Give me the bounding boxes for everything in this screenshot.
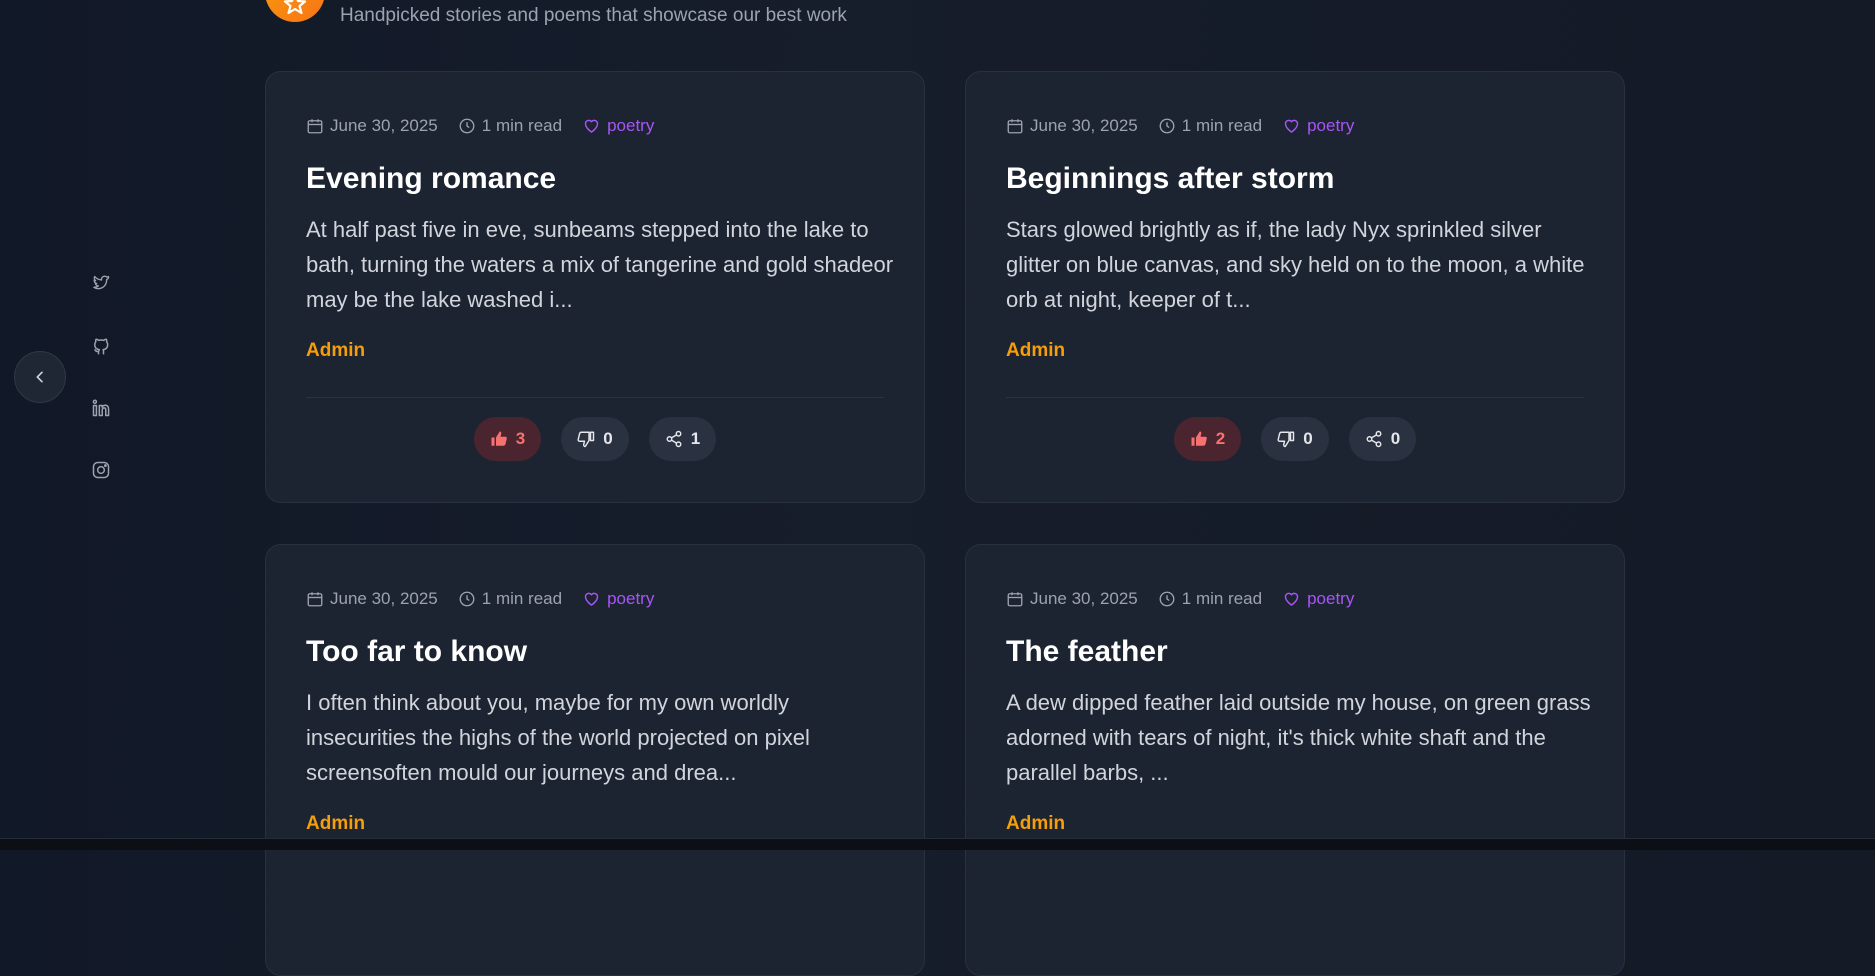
twitter-icon[interactable] (88, 272, 114, 296)
share-icon (1366, 430, 1382, 448)
post-excerpt: Stars glowed brightly as if, the lady Ny… (1006, 217, 1585, 312)
post-excerpt: At half past five in eve, sunbeams stepp… (306, 217, 894, 312)
post-date: June 30, 2025 (1030, 116, 1138, 135)
category-label: poetry (1307, 589, 1355, 608)
github-icon[interactable] (88, 334, 114, 358)
category-label: poetry (607, 116, 655, 135)
chevron-left-icon (36, 371, 43, 383)
like-count: 3 (515, 429, 526, 448)
share-button[interactable]: 0 (1348, 417, 1417, 461)
post-title[interactable]: Beginnings after storm (1006, 162, 1334, 196)
like-button[interactable]: 2 (1173, 417, 1242, 461)
star-icon (283, 0, 307, 15)
post-card[interactable]: June 30, 2025 1 min read poetry Evening … (265, 71, 925, 503)
back-button[interactable] (14, 351, 66, 403)
taskbar (0, 838, 1875, 850)
post-card[interactable]: June 30, 2025 1 min read poetry The feat… (965, 544, 1625, 976)
calendar-icon (307, 592, 323, 607)
thumbs-down-icon (1277, 431, 1295, 448)
post-title[interactable]: Evening romance (306, 162, 556, 196)
dislike-count: 0 (1303, 429, 1313, 448)
post-card[interactable]: June 30, 2025 1 min read poetry Too far … (265, 544, 925, 976)
post-excerpt: I often think about you, maybe for my ow… (306, 690, 810, 785)
category-label: poetry (1307, 116, 1355, 135)
heart-icon (1284, 119, 1299, 133)
share-icon (666, 430, 682, 448)
section-subtitle: Handpicked stories and poems that showca… (340, 5, 847, 26)
clock-icon (1159, 118, 1175, 134)
like-count: 2 (1215, 429, 1226, 448)
read-time: 1 min read (1181, 116, 1263, 135)
post-title[interactable]: Too far to know (306, 635, 527, 669)
post-date: June 30, 2025 (330, 589, 438, 608)
post-date: June 30, 2025 (330, 116, 438, 135)
linkedin-icon[interactable] (88, 396, 114, 420)
share-count: 0 (1390, 429, 1401, 448)
read-time: 1 min read (1181, 589, 1263, 608)
post-author[interactable]: Admin (306, 813, 365, 835)
post-meta: June 30, 2025 1 min read poetry (1006, 116, 1374, 136)
post-card[interactable]: June 30, 2025 1 min read poetry Beginnin… (965, 71, 1625, 503)
share-button[interactable]: 1 (648, 417, 717, 461)
share-count: 1 (690, 429, 701, 448)
calendar-icon (1007, 592, 1023, 607)
heart-icon (584, 592, 599, 606)
divider (306, 397, 884, 398)
thumbs-up-icon (1191, 431, 1207, 446)
heart-icon (584, 119, 599, 133)
category-tag[interactable]: poetry (1282, 589, 1354, 609)
clock-icon (459, 118, 475, 134)
calendar-icon (1007, 119, 1023, 134)
dislike-button[interactable]: 0 (561, 417, 629, 461)
post-actions: 3 0 1 (266, 417, 924, 461)
dislike-count: 0 (603, 429, 613, 448)
post-meta: June 30, 2025 1 min read poetry (1006, 589, 1374, 609)
thumbs-up-icon (491, 431, 507, 446)
like-button[interactable]: 3 (473, 417, 542, 461)
heart-icon (1284, 592, 1299, 606)
category-tag[interactable]: poetry (582, 589, 654, 609)
post-excerpt: A dew dipped feather laid outside my hou… (1006, 690, 1591, 785)
category-label: poetry (607, 589, 655, 608)
post-actions: 2 0 0 (966, 417, 1624, 461)
clock-icon (1159, 591, 1175, 607)
read-time: 1 min read (481, 116, 563, 135)
post-author[interactable]: Admin (1006, 340, 1065, 362)
featured-badge (265, 0, 325, 22)
post-author[interactable]: Admin (1006, 813, 1065, 835)
instagram-icon[interactable] (88, 458, 114, 482)
post-meta: June 30, 2025 1 min read poetry (306, 116, 674, 136)
read-time: 1 min read (481, 589, 563, 608)
dislike-button[interactable]: 0 (1261, 417, 1329, 461)
post-date: June 30, 2025 (1030, 589, 1138, 608)
divider (1006, 397, 1584, 398)
post-meta: June 30, 2025 1 min read poetry (306, 589, 674, 609)
post-author[interactable]: Admin (306, 340, 365, 362)
category-tag[interactable]: poetry (582, 116, 654, 136)
post-title[interactable]: The feather (1006, 635, 1168, 669)
thumbs-down-icon (577, 431, 595, 448)
calendar-icon (307, 119, 323, 134)
category-tag[interactable]: poetry (1282, 116, 1354, 136)
social-links (88, 272, 114, 482)
clock-icon (459, 591, 475, 607)
